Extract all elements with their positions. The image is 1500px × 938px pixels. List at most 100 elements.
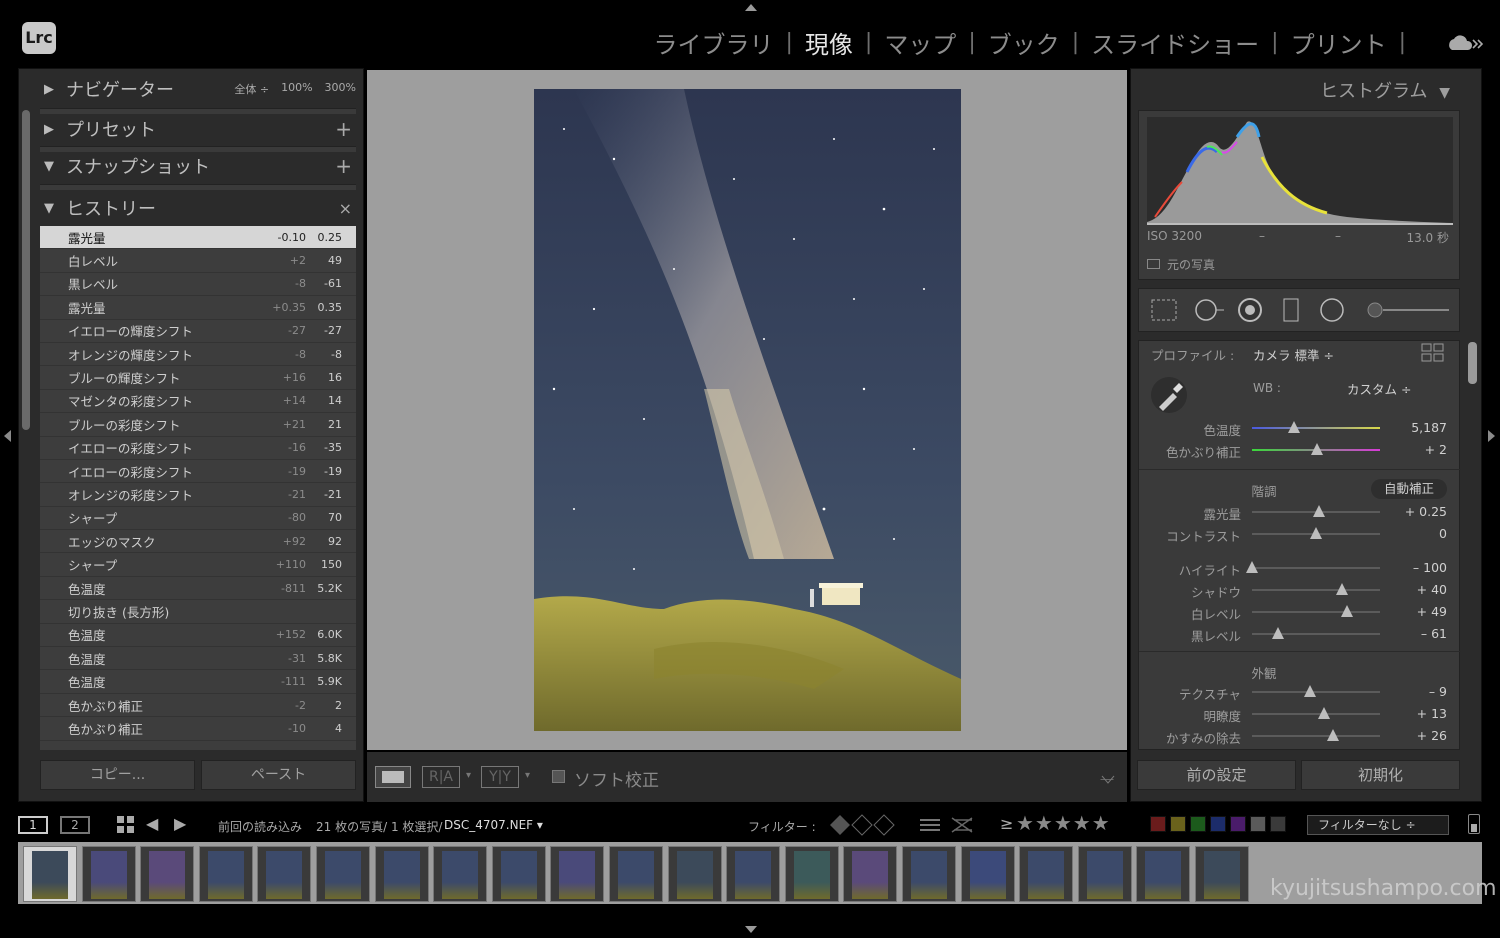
filmstrip-thumbnail[interactable]: [198, 846, 253, 902]
dehaze-slider-track[interactable]: [1252, 735, 1380, 737]
filmstrip-thumbnail[interactable]: [902, 846, 956, 902]
history-item[interactable]: ブルーの輝度シフト +16 16: [40, 366, 356, 390]
filmstrip-thumbnail[interactable]: [609, 846, 663, 902]
primary-window-button[interactable]: 1: [18, 816, 48, 834]
shadows-slider-thumb[interactable]: [1335, 583, 1348, 595]
whites-slider-track[interactable]: [1252, 611, 1380, 613]
red-eye-icon[interactable]: [1237, 297, 1263, 323]
left-panel-toggle-icon[interactable]: [4, 430, 11, 442]
color-temp-value[interactable]: 5,187: [1411, 420, 1447, 435]
filmstrip-thumbnail[interactable]: [1019, 846, 1074, 902]
history-item[interactable]: 色温度 -811 5.2K: [40, 577, 356, 601]
history-item[interactable]: 露光量 -0.10 0.25: [40, 226, 356, 250]
grid-view-icon[interactable]: [116, 815, 136, 835]
zoom-fit-option[interactable]: 全体 ÷: [234, 81, 269, 97]
zoom-300-option[interactable]: 300%: [325, 81, 356, 97]
history-item[interactable]: シャープ +110 150: [40, 553, 356, 577]
zoom-100-option[interactable]: 100%: [281, 81, 312, 97]
navigator-header[interactable]: ▶ ナビゲーター 全体 ÷ 100% 300%: [44, 72, 356, 106]
history-item[interactable]: 白レベル +2 49: [40, 249, 356, 273]
history-item[interactable]: 黒レベル -8 -61: [40, 273, 356, 297]
add-preset-icon[interactable]: +: [335, 117, 356, 141]
whites-slider-thumb[interactable]: [1340, 605, 1353, 617]
filmstrip-thumbnail[interactable]: [784, 846, 839, 902]
filmstrip-thumbnail[interactable]: [550, 846, 605, 902]
filmstrip-thumbnail[interactable]: [1136, 846, 1191, 902]
spot-removal-icon[interactable]: [1193, 297, 1227, 323]
loupe-view-button[interactable]: [375, 766, 411, 788]
original-photo-checkbox[interactable]: [1147, 259, 1160, 269]
auto-tone-button[interactable]: 自動補正: [1371, 479, 1447, 499]
exposure-value[interactable]: + 0.25: [1405, 504, 1447, 519]
color-temp-slider-track[interactable]: [1252, 427, 1380, 429]
shadows-slider-track[interactable]: [1252, 589, 1380, 591]
highlights-value[interactable]: – 100: [1413, 560, 1447, 575]
history-item[interactable]: エッジのマスク +92 92: [40, 530, 356, 554]
filmstrip-thumbnail[interactable]: [843, 846, 898, 902]
filmstrip-thumbnail[interactable]: [257, 846, 312, 902]
filmstrip-thumbnail[interactable]: [374, 846, 429, 902]
history-item[interactable]: オレンジの彩度シフト -21 -21: [40, 483, 356, 507]
paste-button[interactable]: ペースト: [201, 760, 356, 790]
history-item[interactable]: イエローの彩度シフト -16 -35: [40, 437, 356, 460]
blacks-slider-thumb[interactable]: [1271, 627, 1284, 639]
history-item[interactable]: 色かぶり補正 -2 2: [40, 694, 356, 718]
no-label-filter[interactable]: [1270, 816, 1286, 832]
filmstrip-thumbnail[interactable]: [1077, 846, 1132, 902]
profile-select[interactable]: カメラ 標準 ÷: [1253, 345, 1334, 364]
cloud-sync-icon[interactable]: [1446, 32, 1486, 54]
module-develop[interactable]: 現像: [797, 25, 861, 60]
filmstrip-thumbnail[interactable]: [316, 846, 370, 902]
presets-header[interactable]: ▶ プリセット +: [44, 112, 356, 146]
filmstrip-thumbnail[interactable]: [433, 846, 488, 902]
histogram-panel[interactable]: ISO 3200 – – 13.0 秒 元の写真: [1138, 110, 1460, 280]
yellow-label-filter[interactable]: [1170, 816, 1186, 832]
before-after-ra-button[interactable]: R|A: [422, 766, 460, 788]
module-map[interactable]: マップ: [876, 25, 964, 60]
left-panel-scrollbar[interactable]: [22, 110, 30, 430]
right-panel-scrollbar[interactable]: [1468, 342, 1477, 384]
history-item[interactable]: 切り抜き (長方形): [40, 600, 356, 624]
history-item[interactable]: 露光量 +0.35 0.35: [40, 296, 356, 320]
clarity-slider-thumb[interactable]: [1317, 707, 1330, 719]
history-item[interactable]: 色温度 +152 6.0K: [40, 624, 356, 648]
right-panel-toggle-icon[interactable]: [1488, 430, 1495, 442]
rating-operator[interactable]: ≥: [1000, 814, 1013, 833]
wb-eyedropper-icon[interactable]: [1149, 375, 1189, 415]
color-temp-slider-thumb[interactable]: [1288, 421, 1301, 433]
module-slideshow[interactable]: スライドショー: [1083, 25, 1267, 60]
filmstrip-thumbnail[interactable]: [81, 846, 136, 902]
adjustment-brush-icon[interactable]: [1365, 299, 1453, 321]
snapshots-header[interactable]: ▼ スナップショット +: [44, 149, 356, 183]
texture-value[interactable]: – 9: [1429, 684, 1447, 699]
highlights-slider-thumb[interactable]: [1246, 561, 1258, 573]
custom-label-filter[interactable]: [1250, 816, 1266, 832]
filmstrip-thumbnail[interactable]: [491, 846, 546, 902]
history-item[interactable]: ブルーの彩度シフト +21 21: [40, 413, 356, 437]
blue-label-filter[interactable]: [1210, 816, 1226, 832]
filmstrip-thumbnail[interactable]: [667, 846, 722, 902]
histogram-header[interactable]: ヒストグラム ▼: [1320, 77, 1450, 103]
history-item[interactable]: イエローの彩度シフト -19 -19: [40, 460, 356, 484]
add-snapshot-icon[interactable]: +: [335, 154, 356, 178]
graduated-filter-icon[interactable]: [1281, 297, 1301, 323]
photo-preview[interactable]: [534, 89, 961, 731]
edit-filter-icon[interactable]: [918, 814, 978, 836]
chevron-down-icon[interactable]: ▾: [525, 770, 530, 781]
history-item[interactable]: イエローの輝度シフト -27 -27: [40, 320, 356, 343]
secondary-window-button[interactable]: 2: [60, 816, 90, 834]
green-label-filter[interactable]: [1190, 816, 1206, 832]
filmstrip-thumbnail[interactable]: [1195, 846, 1249, 902]
radial-filter-icon[interactable]: [1319, 297, 1345, 323]
crop-tool-icon[interactable]: [1149, 297, 1179, 323]
chevron-down-icon[interactable]: ▾: [466, 770, 471, 781]
filmstrip-thumbnail[interactable]: [726, 846, 781, 902]
wb-select[interactable]: カスタム ÷: [1347, 379, 1411, 398]
rating-filter-stars[interactable]: ★★★★★: [1016, 811, 1111, 835]
history-item[interactable]: シャープ -80 70: [40, 507, 356, 531]
module-book[interactable]: ブック: [980, 25, 1068, 60]
filter-lock-icon[interactable]: [1468, 814, 1480, 834]
profile-browser-icon[interactable]: [1421, 343, 1445, 363]
history-item[interactable]: 色かぶり補正 -10 4: [40, 717, 356, 741]
exposure-slider-thumb[interactable]: [1312, 505, 1325, 517]
